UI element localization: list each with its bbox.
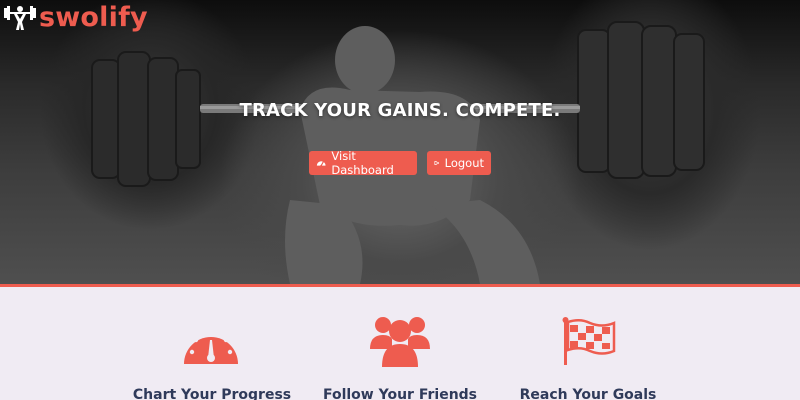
sign-out-icon <box>434 161 440 165</box>
hero-background-image <box>91 21 705 284</box>
feature-title: Follow Your Friends <box>322 387 478 400</box>
visit-dashboard-button[interactable]: Visit Dashboard <box>309 149 417 177</box>
weightlifter-icon <box>4 6 36 30</box>
brand-name: swolify <box>39 1 148 33</box>
visit-dashboard-label: Visit Dashboard <box>331 149 394 177</box>
dashboard-icon <box>316 161 326 167</box>
hero-headline: TRACK YOUR GAINS. COMPETE. <box>239 100 561 121</box>
hero-section: swolify TRACK YOUR GAINS. COMPETE. Visit… <box>0 0 800 284</box>
users-icon <box>370 317 430 367</box>
features-section: Chart Your Progress Follow Your Friends <box>0 287 800 400</box>
speedometer-icon <box>184 326 238 364</box>
logout-label: Logout <box>444 156 484 170</box>
brand-logo[interactable]: swolify <box>4 3 148 31</box>
feature-title: Reach Your Goals <box>519 387 657 400</box>
feature-title: Chart Your Progress <box>132 387 292 400</box>
logout-button[interactable]: Logout <box>427 151 491 175</box>
checkered-flag-icon <box>562 317 616 365</box>
